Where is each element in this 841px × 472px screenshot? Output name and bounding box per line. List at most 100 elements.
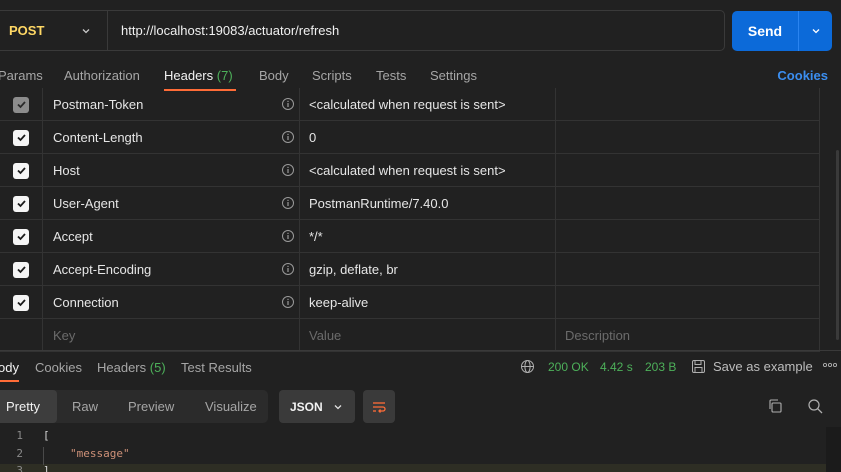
globe-icon[interactable] — [520, 359, 535, 374]
header-checkbox[interactable] — [13, 294, 29, 311]
url-input[interactable]: http://localhost:19083/actuator/refresh — [108, 23, 339, 38]
tab-headers-label: Headers — [164, 68, 214, 83]
header-checkbox[interactable] — [13, 96, 29, 113]
header-description[interactable] — [556, 154, 820, 187]
tab-settings[interactable]: Settings — [430, 68, 477, 83]
info-icon[interactable] — [281, 97, 295, 111]
header-description[interactable] — [556, 121, 820, 154]
new-description-input[interactable]: Description — [565, 328, 630, 343]
tab-headers-count: (7) — [216, 68, 233, 83]
info-icon[interactable] — [281, 163, 295, 177]
request-tabs: Params Authorization Headers (7) Body Sc… — [0, 60, 841, 91]
view-mode-selector: Pretty Raw Preview Visualize — [0, 390, 268, 423]
header-row: Accept-Encoding gzip, deflate, br — [0, 253, 820, 286]
cookies-link[interactable]: Cookies — [777, 68, 828, 83]
info-icon[interactable] — [281, 262, 295, 276]
header-checkbox[interactable] — [13, 162, 29, 179]
line-number: 3 — [16, 464, 23, 472]
line-number: 2 — [16, 447, 23, 460]
pane-divider[interactable] — [0, 350, 841, 351]
check-icon — [16, 167, 26, 175]
header-checkbox[interactable] — [13, 261, 29, 278]
code-text: ] — [43, 464, 50, 472]
header-key[interactable]: User-Agent — [53, 196, 119, 211]
response-tab-test-results[interactable]: Test Results — [181, 360, 252, 375]
response-tab-body[interactable]: ody — [0, 360, 19, 375]
save-as-example-button[interactable]: Save as example — [713, 359, 813, 374]
check-icon — [16, 266, 26, 274]
new-value-input[interactable]: Value — [309, 328, 341, 343]
view-visualize[interactable]: Visualize — [205, 399, 257, 414]
header-value[interactable]: <calculated when request is sent> — [309, 163, 506, 178]
header-value[interactable]: gzip, deflate, br — [309, 262, 398, 277]
response-tab-cookies[interactable]: Cookies — [35, 360, 82, 375]
header-checkbox[interactable] — [13, 129, 29, 146]
code-line: 3 ] — [0, 464, 826, 472]
tab-params[interactable]: Params — [0, 68, 43, 83]
new-key-input[interactable]: Key — [53, 328, 75, 343]
header-description[interactable] — [556, 253, 820, 286]
info-icon[interactable] — [281, 295, 295, 309]
response-tab-headers[interactable]: Headers (5) — [97, 360, 166, 375]
header-checkbox[interactable] — [13, 228, 29, 245]
chevron-down-icon — [82, 29, 90, 34]
tab-tests[interactable]: Tests — [376, 68, 406, 83]
tab-authorization[interactable]: Authorization — [64, 68, 140, 83]
method-select[interactable]: POST — [0, 11, 108, 50]
format-label: JSON — [290, 399, 323, 414]
check-icon — [16, 101, 26, 109]
status-code[interactable]: 200 OK — [548, 360, 589, 374]
header-key[interactable]: Connection — [53, 295, 119, 310]
url-bar: POST http://localhost:19083/actuator/ref… — [0, 10, 725, 51]
tab-scripts[interactable]: Scripts — [312, 68, 352, 83]
check-icon — [16, 233, 26, 241]
view-pretty[interactable]: Pretty — [6, 399, 40, 414]
header-description[interactable] — [556, 220, 820, 253]
response-tab-headers-label: Headers — [97, 360, 147, 375]
header-key[interactable]: Accept — [53, 229, 93, 244]
info-icon[interactable] — [281, 196, 295, 210]
header-checkbox[interactable] — [13, 195, 29, 212]
info-icon[interactable] — [281, 229, 295, 243]
header-description[interactable] — [556, 88, 820, 121]
header-value[interactable]: */* — [309, 229, 323, 244]
response-tabs: ody Cookies Headers (5) Test Results 200… — [0, 352, 841, 382]
header-key[interactable]: Postman-Token — [53, 97, 143, 112]
indent-guide — [43, 447, 44, 465]
search-icon[interactable] — [807, 398, 824, 415]
chevron-down-icon — [334, 405, 342, 410]
code-scrollbar[interactable] — [826, 427, 841, 472]
wrap-lines-button[interactable] — [363, 390, 395, 423]
header-description[interactable] — [556, 187, 820, 220]
send-options-button[interactable] — [799, 11, 832, 51]
check-icon — [16, 134, 26, 142]
response-tab-headers-count: (5) — [149, 360, 166, 375]
header-row: Postman-Token <calculated when request i… — [0, 88, 820, 121]
header-key[interactable]: Accept-Encoding — [53, 262, 151, 277]
copy-icon[interactable] — [767, 398, 783, 414]
info-icon[interactable] — [281, 130, 295, 144]
response-view-toolbar: Pretty Raw Preview Visualize JSON — [0, 390, 841, 424]
tab-body[interactable]: Body — [259, 68, 289, 83]
header-description[interactable] — [556, 286, 820, 319]
header-value[interactable]: <calculated when request is sent> — [309, 97, 506, 112]
header-value[interactable]: PostmanRuntime/7.40.0 — [309, 196, 448, 211]
headers-scrollbar[interactable] — [836, 150, 839, 340]
tab-headers[interactable]: Headers (7) — [164, 68, 233, 83]
more-options-icon[interactable] — [822, 362, 838, 368]
format-select[interactable]: JSON — [279, 390, 355, 423]
wrap-lines-icon — [373, 401, 386, 413]
response-time[interactable]: 4.42 s — [600, 360, 633, 374]
response-body-editor[interactable]: 1 [ 2 "message" 3 ] — [0, 427, 841, 472]
send-button[interactable]: Send — [732, 11, 799, 51]
header-key[interactable]: Host — [53, 163, 80, 178]
header-row: Accept */* — [0, 220, 820, 253]
header-value[interactable]: 0 — [309, 130, 316, 145]
view-preview[interactable]: Preview — [128, 399, 174, 414]
header-key[interactable]: Content-Length — [53, 130, 143, 145]
send-button-group: Send — [732, 11, 832, 51]
view-raw[interactable]: Raw — [72, 399, 98, 414]
response-size[interactable]: 203 B — [645, 360, 676, 374]
code-text: "message" — [70, 447, 130, 460]
header-value[interactable]: keep-alive — [309, 295, 368, 310]
